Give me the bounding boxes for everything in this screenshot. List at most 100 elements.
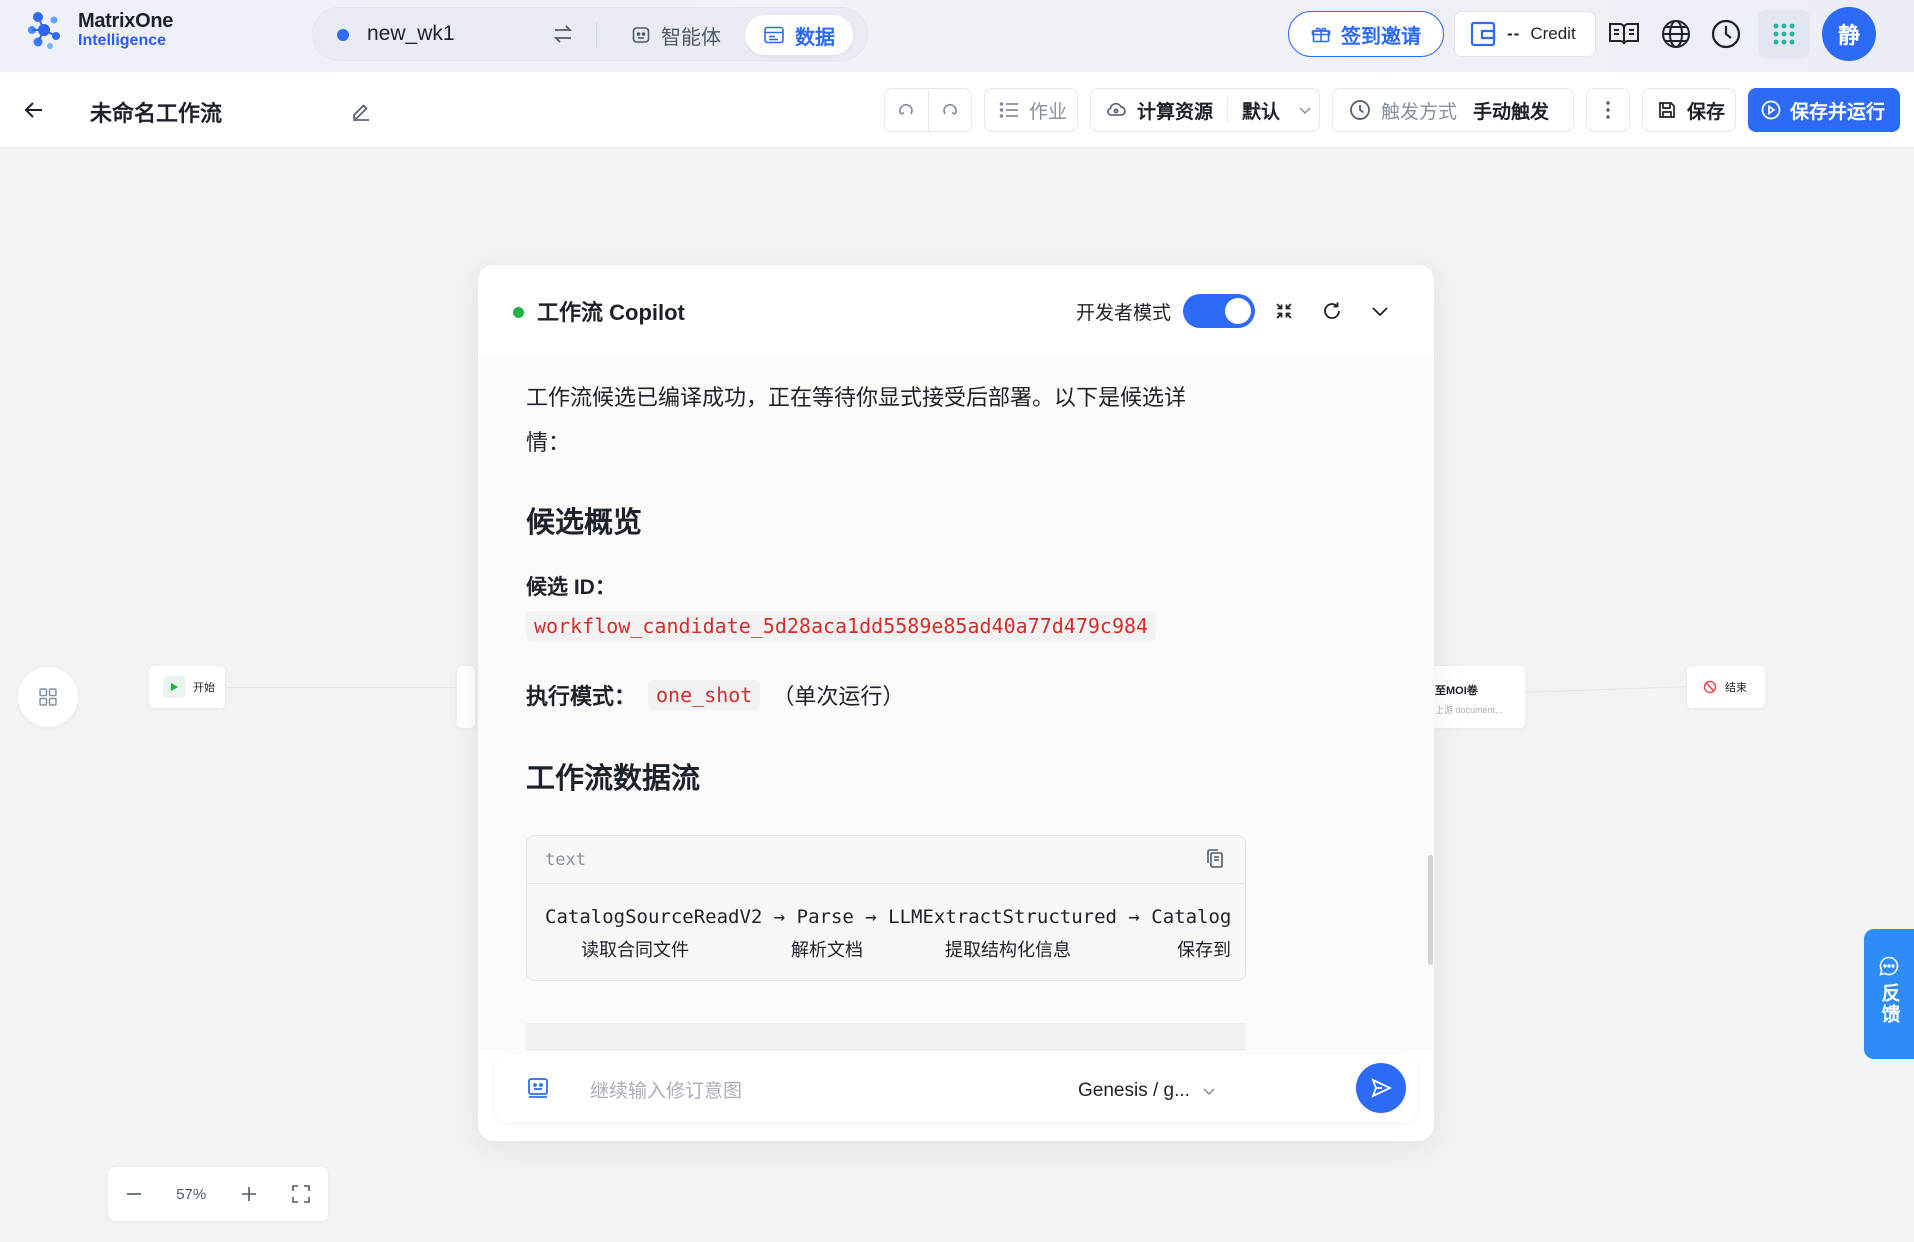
dev-mode-toggle[interactable] — [1183, 294, 1255, 328]
credit-label: Credit — [1530, 24, 1576, 43]
candidate-id-label: 候选 ID： — [526, 576, 616, 599]
table-header-peek — [526, 1023, 1246, 1051]
trigger-mode-select[interactable]: 触发方式 手动触发 — [1332, 88, 1574, 132]
docs-icon[interactable] — [1606, 16, 1642, 52]
auto-layout-icon[interactable] — [18, 667, 78, 727]
code-block-header: text — [527, 836, 1245, 884]
save-label: 保存 — [1687, 101, 1726, 123]
edge-save-to-end — [1526, 686, 1686, 693]
candidate-intro-text: 工作流候选已编译成功，正在等待你显式接受后部署。以下是候选详情： — [526, 385, 1187, 455]
invite-label: 签到邀请 — [1341, 25, 1421, 48]
jobs-label: 作业 — [1029, 101, 1068, 123]
apps-grid-icon[interactable] — [1758, 9, 1810, 59]
overview-heading: 候选概览 — [526, 507, 643, 539]
prompt-template-icon[interactable] — [526, 1076, 550, 1100]
zoom-out-icon[interactable] — [125, 1185, 143, 1203]
toggle-knob — [1225, 298, 1251, 324]
back-arrow-icon[interactable] — [22, 98, 46, 122]
compute-value: 默认 — [1242, 101, 1281, 123]
code-block-body[interactable]: CatalogSourceReadV2 → Parse → LLMExtract… — [527, 884, 1245, 980]
end-node[interactable]: 结束 — [1686, 665, 1766, 709]
code-step-label: 保存到 — [1177, 940, 1231, 960]
wallet-icon — [1470, 21, 1496, 47]
workspace-divider — [596, 22, 597, 48]
gift-icon — [1311, 27, 1331, 43]
copilot-title: 工作流 Copilot — [537, 300, 685, 325]
code-line-pipeline: CatalogSourceReadV2 → Parse → LLMExtract… — [545, 906, 1232, 928]
chevron-down-icon — [1299, 107, 1311, 115]
feedback-label: 反馈 — [1878, 983, 1900, 1025]
model-label: Genesis / g... — [1078, 1080, 1190, 1101]
compute-divider — [1227, 98, 1229, 122]
copilot-input-bar: 继续输入修订意图 Genesis / g... — [494, 1054, 1418, 1122]
save-node-title: 至MOI卷 — [1435, 685, 1478, 697]
copilot-header: 工作流 Copilot 开发者模式 — [478, 265, 1434, 359]
credit-value: -- — [1507, 24, 1521, 43]
code-step-label: 读取合同文件 — [581, 940, 689, 960]
globe-icon[interactable] — [1658, 16, 1694, 52]
undo-icon[interactable] — [885, 89, 928, 131]
feedback-button[interactable]: 反馈 — [1864, 929, 1914, 1059]
save-and-run-button[interactable]: 保存并运行 — [1748, 88, 1900, 132]
trigger-label: 触发方式 — [1381, 101, 1458, 123]
tab-agent[interactable]: 智能体 — [613, 15, 739, 55]
exec-mode-row: 执行模式： one_shot （单次运行） — [526, 679, 904, 711]
jobs-button[interactable]: 作业 — [984, 88, 1078, 132]
more-options-icon[interactable] — [1586, 88, 1630, 132]
brand-logo[interactable]: MatrixOne Intelligence — [24, 8, 194, 54]
start-node-label: 开始 — [193, 682, 215, 694]
play-circle-icon — [1761, 100, 1781, 120]
copilot-scrollbar[interactable] — [1428, 855, 1433, 965]
credit-display[interactable]: -- Credit — [1454, 11, 1596, 57]
model-select[interactable]: Genesis / g... — [1078, 1080, 1216, 1102]
dataflow-code-block: text CatalogSourceReadV2 → Parse → LLMEx… — [526, 835, 1246, 981]
zoom-in-icon[interactable] — [240, 1185, 258, 1203]
redo-icon[interactable] — [927, 89, 971, 131]
refresh-icon[interactable] — [1318, 297, 1346, 325]
start-node[interactable]: 开始 — [148, 665, 226, 709]
agent-icon — [632, 27, 650, 43]
tab-data[interactable]: 数据 — [745, 15, 853, 55]
zoom-controls: 57% — [108, 1167, 328, 1221]
save-node-subtitle: 上游 document... — [1435, 705, 1503, 715]
edit-title-icon[interactable] — [350, 100, 372, 122]
brand-subtitle: Intelligence — [78, 32, 167, 49]
workspace-switcher: new_wk1 智能体 数据 — [312, 7, 868, 61]
save-run-label: 保存并运行 — [1790, 101, 1886, 123]
tab-agent-label: 智能体 — [661, 26, 721, 49]
workspace-status-dot — [337, 29, 349, 41]
save-to-moi-node[interactable]: 至MOI卷 上游 document... — [1420, 665, 1526, 729]
brand-name: MatrixOne — [78, 10, 174, 32]
chevron-down-icon[interactable] — [1366, 297, 1394, 325]
revision-input[interactable]: 继续输入修订意图 — [590, 1076, 742, 1103]
collapse-icon[interactable] — [1270, 297, 1298, 325]
play-icon — [163, 676, 185, 698]
copilot-message-area[interactable]: 工作流候选已编译成功，正在等待你显式接受后部署。以下是候选详情： 候选概览 候选… — [478, 359, 1434, 1051]
stop-icon — [1703, 680, 1717, 694]
code-language-label: text — [545, 850, 586, 870]
top-bar: MatrixOne Intelligence new_wk1 智能体 数据 签到… — [0, 0, 1914, 72]
code-step-label: 解析文档 — [791, 940, 863, 960]
copy-icon[interactable] — [1205, 848, 1225, 870]
send-icon — [1371, 1078, 1392, 1098]
exec-mode-label: 执行模式： — [526, 684, 637, 709]
end-node-label: 结束 — [1725, 682, 1747, 694]
workflow-toolbar: 未命名工作流 作业 计算资源 默认 触发方式 手动触发 保存 保存并运行 — [0, 72, 1914, 148]
matrixone-logo-icon — [28, 12, 60, 49]
clock-icon[interactable] — [1708, 16, 1744, 52]
invite-button[interactable]: 签到邀请 — [1288, 11, 1444, 57]
send-button[interactable] — [1356, 1063, 1406, 1113]
swap-workspace-icon[interactable] — [551, 22, 575, 46]
workspace-name[interactable]: new_wk1 — [367, 22, 455, 46]
cloud-icon — [1107, 102, 1126, 116]
save-button[interactable]: 保存 — [1642, 88, 1736, 132]
tab-data-label: 数据 — [795, 26, 835, 49]
compute-resource-select[interactable]: 计算资源 默认 — [1090, 88, 1320, 132]
avatar[interactable]: 静 — [1822, 7, 1876, 61]
hidden-node[interactable] — [456, 665, 476, 729]
fit-view-icon[interactable] — [291, 1184, 311, 1204]
dataflow-heading: 工作流数据流 — [526, 763, 701, 795]
data-icon — [764, 26, 784, 44]
undo-redo-group — [884, 88, 972, 132]
list-icon — [999, 102, 1018, 118]
